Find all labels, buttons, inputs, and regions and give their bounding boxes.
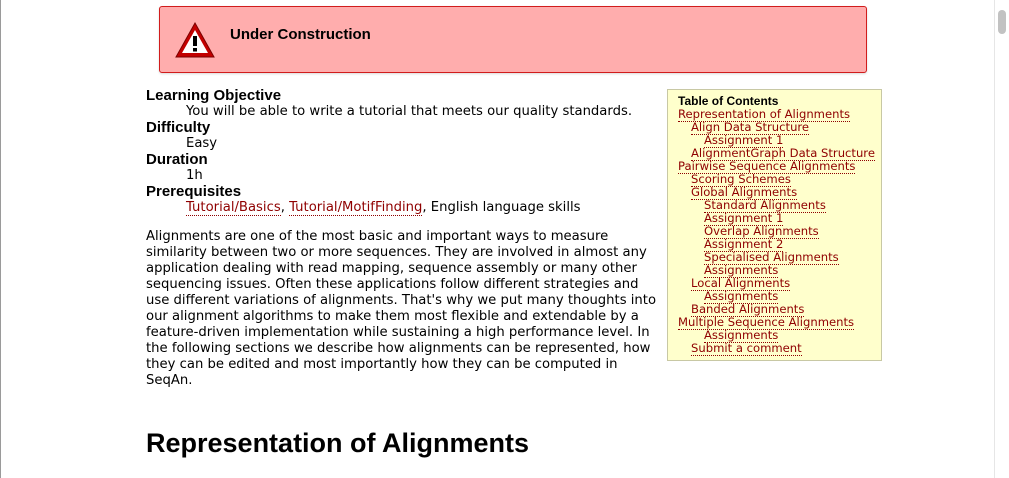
learning-objective-value: You will be able to write a tutorial tha… <box>186 104 633 119</box>
toc-list: Representation of Alignments Align Data S… <box>678 107 881 356</box>
toc-item: Submit a comment <box>678 341 881 356</box>
banner-title: Under Construction <box>230 26 371 43</box>
duration-value: 1h <box>186 168 203 183</box>
main-article: Learning Objective You will be able to w… <box>146 88 661 389</box>
prereq-rest: , English language skills <box>422 200 581 215</box>
scrollbar-thumb[interactable] <box>998 10 1006 34</box>
warning-icon <box>175 21 215 58</box>
section-heading: Representation of Alignments <box>146 428 530 458</box>
intro-paragraph: Alignments are one of the most basic and… <box>146 229 657 388</box>
prereq-link-motiffinding[interactable]: Tutorial/MotifFinding <box>289 200 423 216</box>
page-content: Under Construction Learning Objective Yo… <box>0 0 994 478</box>
difficulty-value: Easy <box>186 136 218 151</box>
table-of-contents: Table of Contents Representation of Alig… <box>667 89 882 361</box>
prereq-separator: , <box>280 200 290 215</box>
learning-objective-label: Learning Objective <box>146 87 282 104</box>
prerequisites-value: Tutorial/Basics, Tutorial/MotifFinding, … <box>146 200 661 216</box>
prereq-link-basics[interactable]: Tutorial/Basics <box>186 200 281 216</box>
vertical-scrollbar[interactable] <box>994 0 1009 478</box>
difficulty-label: Difficulty <box>146 119 211 136</box>
under-construction-banner: Under Construction <box>159 6 867 73</box>
prerequisites-label: Prerequisites <box>146 183 242 200</box>
duration-label: Duration <box>146 151 208 168</box>
toc-link[interactable]: Submit a comment <box>691 341 802 356</box>
